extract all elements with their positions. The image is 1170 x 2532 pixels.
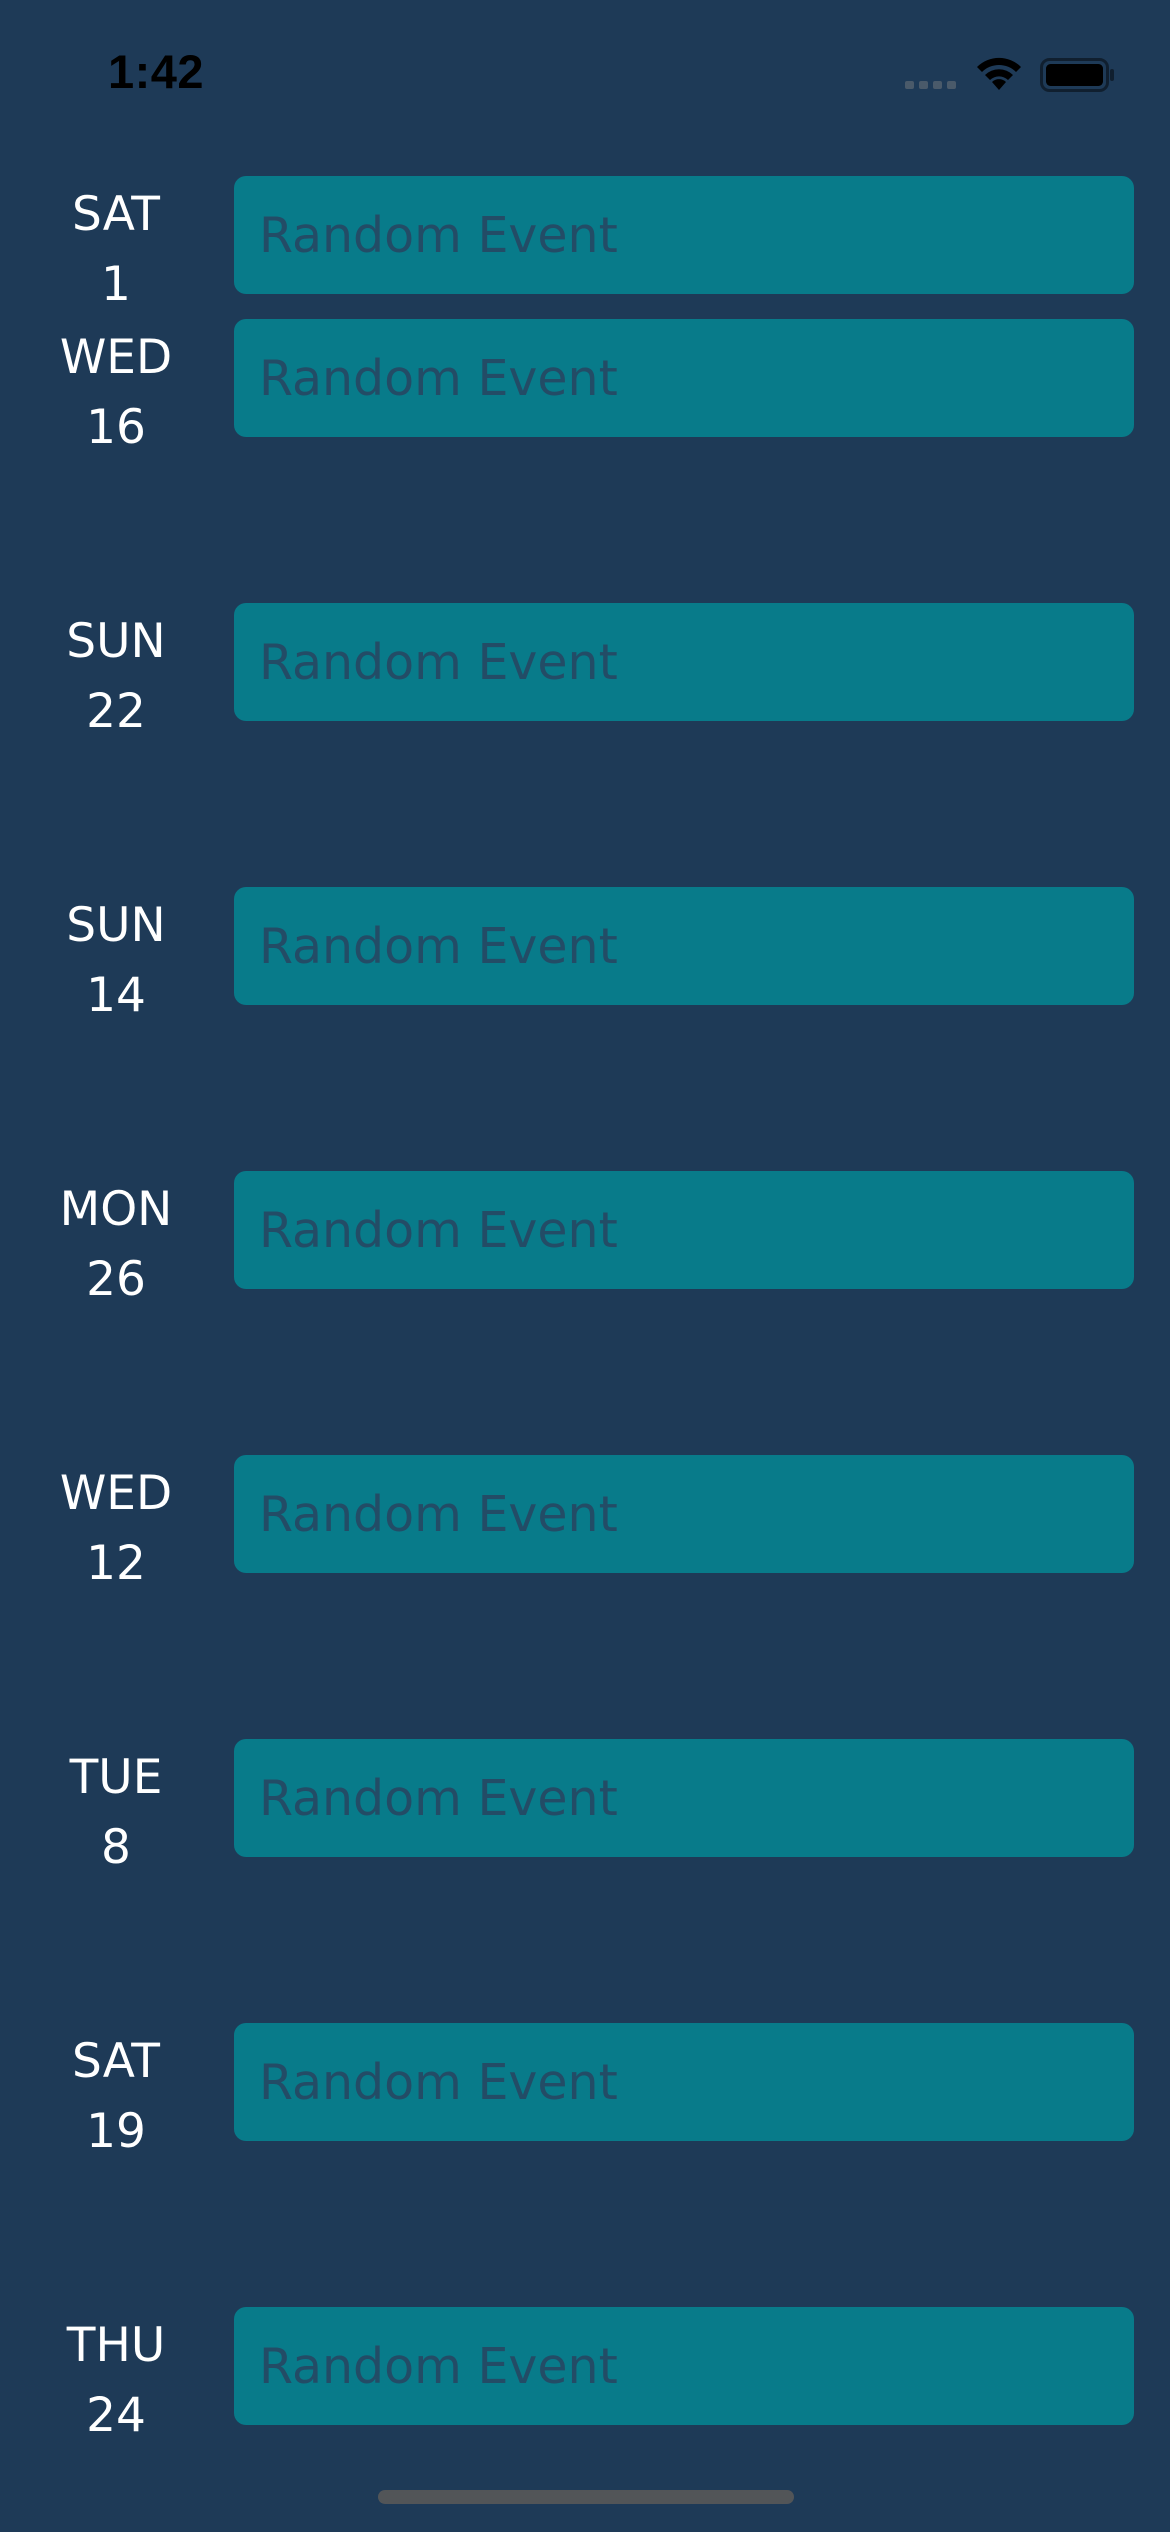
event-date: SUN 22 bbox=[36, 607, 196, 747]
event-row: THU 24 Random Event bbox=[0, 2307, 1170, 2447]
event-date: SAT 1 bbox=[36, 180, 196, 320]
event-day: 26 bbox=[86, 1252, 146, 1307]
event-weekday: WED bbox=[59, 1466, 173, 1521]
event-day: 22 bbox=[86, 684, 146, 739]
event-weekday: THU bbox=[66, 2318, 166, 2373]
events-list: SAT 1 Random Event WED 16 Random Event S… bbox=[0, 0, 1170, 2532]
event-row: WED 16 Random Event bbox=[0, 319, 1170, 459]
event-row: TUE 8 Random Event bbox=[0, 1739, 1170, 1879]
event-row: SAT 19 Random Event bbox=[0, 2023, 1170, 2163]
event-title-field[interactable]: Random Event bbox=[234, 603, 1134, 721]
event-day: 14 bbox=[86, 968, 146, 1023]
event-row: SUN 22 Random Event bbox=[0, 603, 1170, 743]
event-date: SAT 19 bbox=[36, 2027, 196, 2167]
event-row: SUN 14 Random Event bbox=[0, 887, 1170, 1027]
event-weekday: SUN bbox=[66, 898, 166, 953]
event-date: WED 12 bbox=[36, 1459, 196, 1599]
event-day: 16 bbox=[86, 400, 146, 455]
event-title-field[interactable]: Random Event bbox=[234, 2307, 1134, 2425]
event-day: 12 bbox=[86, 1536, 146, 1591]
event-title-field[interactable]: Random Event bbox=[234, 176, 1134, 294]
event-title-field[interactable]: Random Event bbox=[234, 1455, 1134, 1573]
event-weekday: TUE bbox=[69, 1750, 163, 1805]
event-weekday: SUN bbox=[66, 614, 166, 669]
event-day: 1 bbox=[101, 257, 131, 312]
event-date: SUN 14 bbox=[36, 891, 196, 1031]
event-row: MON 26 Random Event bbox=[0, 1171, 1170, 1311]
event-date: THU 24 bbox=[36, 2311, 196, 2451]
event-date: MON 26 bbox=[36, 1175, 196, 1315]
event-title-field[interactable]: Random Event bbox=[234, 319, 1134, 437]
event-title-field[interactable]: Random Event bbox=[234, 1171, 1134, 1289]
event-row: SAT 1 Random Event bbox=[0, 176, 1170, 316]
event-day: 24 bbox=[86, 2388, 146, 2443]
event-row: WED 12 Random Event bbox=[0, 1455, 1170, 1595]
event-title-field[interactable]: Random Event bbox=[234, 2023, 1134, 2141]
event-title-field[interactable]: Random Event bbox=[234, 1739, 1134, 1857]
event-day: 19 bbox=[86, 2104, 146, 2159]
event-title-field[interactable]: Random Event bbox=[234, 887, 1134, 1005]
event-weekday: MON bbox=[59, 1182, 173, 1237]
event-weekday: SAT bbox=[72, 187, 160, 242]
event-weekday: SAT bbox=[72, 2034, 160, 2089]
event-date: TUE 8 bbox=[36, 1743, 196, 1883]
event-date: WED 16 bbox=[36, 323, 196, 463]
event-weekday: WED bbox=[59, 330, 173, 385]
home-indicator[interactable] bbox=[378, 2490, 794, 2504]
event-day: 8 bbox=[101, 1820, 131, 1875]
